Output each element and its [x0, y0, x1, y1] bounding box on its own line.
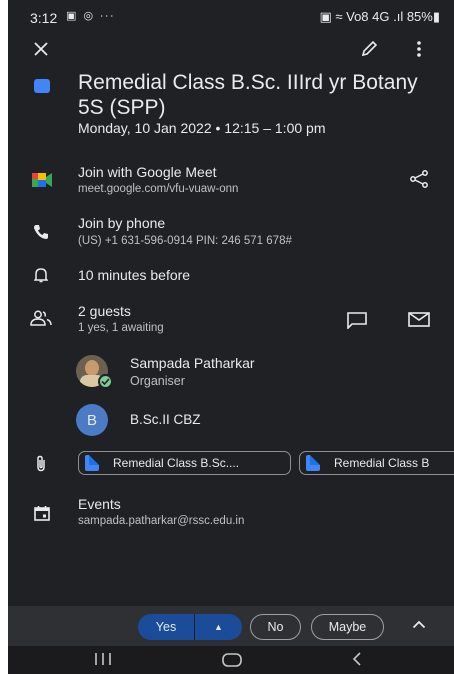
join-meet-link[interactable]: Join with Google Meet	[78, 164, 217, 180]
phone-details[interactable]: (US) +1 631-596-0914 PIN: 246 571 678#	[78, 235, 292, 247]
rsvp-yes-label: Yes	[155, 620, 177, 634]
close-icon[interactable]	[34, 42, 48, 56]
event-title: Remedial Class B.Sc. IIIrd yr Botany 5S …	[78, 71, 418, 119]
system-nav-bar	[8, 646, 454, 674]
attachment-name: Remedial Class B	[334, 456, 430, 470]
doc-file-icon	[85, 455, 99, 471]
guests-count: 2 guests	[78, 303, 131, 319]
recent-apps-icon[interactable]	[94, 652, 112, 670]
people-icon	[30, 310, 52, 326]
expand-icon[interactable]	[412, 620, 426, 629]
back-icon[interactable]	[352, 652, 362, 670]
calendar-icon	[34, 505, 50, 521]
mail-icon[interactable]	[408, 312, 430, 327]
guests-summary: 1 yes, 1 awaiting	[78, 322, 164, 334]
home-icon[interactable]	[222, 653, 242, 671]
rsvp-no-button[interactable]: No	[250, 614, 301, 640]
phone-icon	[33, 224, 49, 240]
share-icon[interactable]	[409, 170, 429, 188]
bell-icon	[34, 267, 48, 283]
meet-url[interactable]: meet.google.com/vfu-vuaw-onn	[78, 183, 238, 195]
edit-icon[interactable]	[360, 40, 378, 58]
event-datetime: Monday, 10 Jan 2022 • 12:15 – 1:00 pm	[78, 120, 326, 136]
rsvp-yes-button[interactable]: Yes ▲	[138, 614, 242, 640]
attachment-chip[interactable]: Remedial Class B.Sc....	[78, 451, 291, 475]
calendar-name: Events	[78, 496, 121, 512]
event-detail-screen: 3:12 ▣ ◎ ∙∙∙ ▣ ≈ Vo8 4G .ıl 85%▮ Remedia…	[8, 0, 454, 674]
attachment-icon	[35, 455, 47, 472]
more-icon[interactable]	[416, 41, 422, 57]
guest-name[interactable]: Sampada Patharkar	[130, 355, 255, 371]
doc-file-icon	[306, 455, 320, 471]
guest-name[interactable]: B.Sc.II CBZ	[130, 412, 201, 427]
status-system-indicators: ▣ ≈ Vo8 4G .ıl 85%▮	[319, 9, 440, 24]
google-meet-icon	[32, 173, 52, 187]
reminder-text[interactable]: 10 minutes before	[78, 267, 190, 283]
guest-role: Organiser	[130, 374, 185, 388]
accepted-check-icon	[98, 374, 113, 389]
status-time: 3:12	[30, 10, 58, 26]
rsvp-maybe-button[interactable]: Maybe	[311, 614, 384, 640]
calendar-account: sampada.patharkar@rssc.edu.in	[78, 515, 245, 527]
status-notification-icons: ▣ ◎ ∙∙∙	[66, 10, 116, 22]
rsvp-bar: Yes ▲ No Maybe	[8, 606, 454, 646]
event-color-swatch	[34, 79, 50, 93]
join-by-phone-link[interactable]: Join by phone	[78, 215, 165, 231]
avatar[interactable]: B	[76, 404, 108, 436]
attachment-chip[interactable]: Remedial Class B	[299, 451, 454, 475]
chevron-up-icon[interactable]: ▲	[195, 622, 242, 632]
chat-icon[interactable]	[346, 311, 368, 329]
attachment-name: Remedial Class B.Sc....	[113, 456, 240, 470]
